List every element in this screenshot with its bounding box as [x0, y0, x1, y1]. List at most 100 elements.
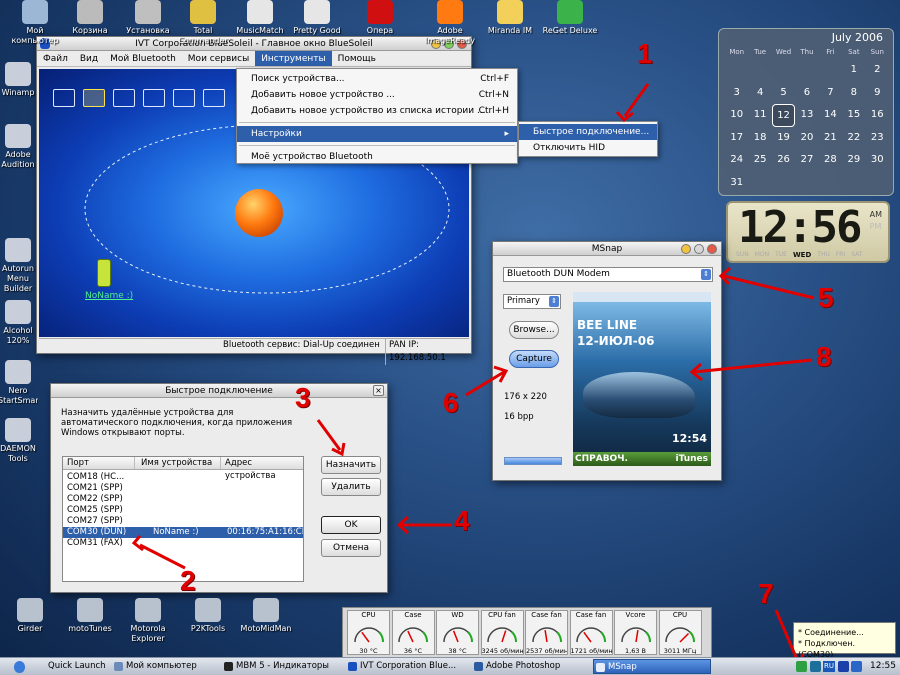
calendar-day[interactable]: 21 — [819, 127, 842, 150]
calendar-day[interactable]: 11 — [748, 104, 771, 127]
device-select[interactable]: Bluetooth DUN Modem ⇕ — [503, 267, 713, 282]
table-row[interactable]: COM30 (DUN) NoName :) 00:16:75:A1:16:CF — [63, 527, 303, 538]
calendar-day[interactable]: 9 — [866, 82, 889, 105]
display-select[interactable]: Primary ⇕ — [503, 294, 561, 309]
calendar-day[interactable]: 29 — [842, 149, 865, 172]
calendar-day[interactable]: 28 — [819, 149, 842, 172]
capture-button[interactable]: Capture — [509, 350, 559, 368]
calendar-day[interactable]: 16 — [866, 104, 889, 127]
calendar-day[interactable]: 6 — [795, 82, 818, 105]
chevron-down-icon[interactable]: ⇕ — [549, 296, 559, 307]
calendar-day[interactable]: 4 — [748, 82, 771, 105]
language-indicator[interactable]: RU — [823, 661, 835, 672]
submenu-quick-connect[interactable]: Быстрое подключение... — [519, 124, 657, 140]
task-mbm[interactable]: MBM 5 - Индикаторы — [222, 659, 340, 674]
calendar-day[interactable]: 22 — [842, 127, 865, 150]
bluesoleil-titlebar[interactable]: IVT Corporation BlueSoleil - Главное окн… — [37, 37, 471, 51]
calendar-day[interactable]: 19 — [772, 127, 795, 150]
calendar-day[interactable]: 8 — [842, 82, 865, 105]
calendar-day[interactable]: 18 — [748, 127, 771, 150]
calendar-day[interactable]: 13 — [795, 104, 818, 127]
menu-1[interactable]: Вид — [74, 51, 104, 66]
calendar-day[interactable]: 14 — [819, 104, 842, 127]
menu-4[interactable]: Инструменты — [255, 51, 332, 66]
calendar-day[interactable]: 10 — [725, 104, 748, 127]
quick-connect-titlebar[interactable]: Быстрое подключение × — [51, 384, 387, 398]
desktop-icon-3[interactable]: Total Commander — [173, 0, 233, 46]
calendar-day[interactable]: 25 — [748, 149, 771, 172]
menu-5[interactable]: Помощь — [332, 51, 382, 66]
media-tray-icon[interactable] — [838, 661, 849, 672]
desktop-icon-0[interactable]: Мой компьютер — [5, 0, 65, 46]
close-icon[interactable] — [707, 244, 717, 254]
calendar-day[interactable]: 5 — [772, 82, 795, 105]
phone-device-icon[interactable] — [97, 259, 111, 287]
minimize-icon[interactable] — [681, 244, 691, 254]
calendar-day[interactable]: 2 — [866, 59, 889, 82]
msnap-titlebar[interactable]: MSnap — [493, 242, 721, 256]
ok-button[interactable]: OK — [321, 516, 381, 534]
maximize-icon[interactable] — [694, 244, 704, 254]
task-bluesoleil[interactable]: IVT Corporation Blue... — [346, 659, 464, 674]
menu-item-tool-2[interactable]: Добавить новое устройство из списка исто… — [237, 103, 517, 119]
task-photoshop[interactable]: Adobe Photoshop — [472, 659, 590, 674]
desktop-icon-bottom-4[interactable]: MotoMidMan — [236, 598, 296, 634]
submenu-disable-hid[interactable]: Отключить HID — [519, 140, 657, 156]
task-my-computer[interactable]: Мой компьютер — [112, 659, 216, 674]
desktop-icon-2[interactable]: Установка — [118, 0, 178, 36]
apple-menu-icon[interactable] — [14, 661, 25, 673]
calendar-day[interactable]: 24 — [725, 149, 748, 172]
calendar-day[interactable]: 26 — [772, 149, 795, 172]
close-icon[interactable]: × — [373, 385, 384, 396]
desktop-icon-1[interactable]: Корзина — [60, 0, 120, 36]
menu-2[interactable]: Мой Bluetooth — [104, 51, 182, 66]
calendar-day[interactable]: 12 — [771, 104, 796, 127]
calendar-day[interactable]: 3 — [725, 82, 748, 105]
calendar-day[interactable]: 7 — [819, 82, 842, 105]
column-port[interactable]: Порт — [63, 457, 135, 469]
local-device-sun[interactable] — [235, 189, 283, 237]
column-device-name[interactable]: Имя устройства — [135, 457, 221, 469]
calendar-day[interactable]: 15 — [842, 104, 865, 127]
table-row[interactable]: COM25 (SPP) — [63, 505, 303, 516]
assign-button[interactable]: Назначить — [321, 456, 381, 474]
browse-button[interactable]: Browse... — [509, 321, 559, 339]
menu-0[interactable]: Файл — [37, 51, 74, 66]
desktop-icon-bottom-1[interactable]: motoTunes — [60, 598, 120, 634]
menu-item-tool-1[interactable]: Добавить новое устройство ... Ctrl+N — [237, 87, 517, 103]
table-row[interactable]: COM18 (HC... — [63, 472, 303, 483]
desktop-icon-bottom-0[interactable]: Girder — [0, 598, 60, 634]
cancel-button[interactable]: Отмена — [321, 539, 381, 557]
desktop-icon-bottom-2[interactable]: Motorola Explorer — [118, 598, 178, 644]
chevron-down-icon[interactable]: ⇕ — [701, 269, 711, 280]
desktop-icon-6[interactable]: Опера — [350, 0, 410, 36]
desktop-icon-left-2[interactable]: Autorun Menu Builder — [0, 238, 38, 294]
task-msnap[interactable]: MSnap — [593, 659, 711, 674]
table-row[interactable]: COM27 (SPP) — [63, 516, 303, 527]
calendar-day[interactable]: 30 — [866, 149, 889, 172]
desktop-icon-5[interactable]: Pretty Good — [287, 0, 347, 36]
bluetooth-tray-icon[interactable] — [796, 661, 807, 672]
desktop-icon-left-5[interactable]: DAEMON Tools — [0, 418, 38, 464]
device-name-label[interactable]: NoName :) — [85, 291, 133, 301]
desktop-icon-9[interactable]: ReGet Deluxe — [540, 0, 600, 36]
delete-button[interactable]: Удалить — [321, 478, 381, 496]
calendar-day[interactable]: 20 — [795, 127, 818, 150]
table-row[interactable]: COM22 (SPP) — [63, 494, 303, 505]
desktop-icon-left-3[interactable]: Alcohol 120% — [0, 300, 38, 346]
calendar-day[interactable]: 31 — [725, 172, 748, 195]
calendar-day[interactable]: 17 — [725, 127, 748, 150]
menu-item-tool-0[interactable]: Поиск устройства... Ctrl+F — [237, 71, 517, 87]
calendar-day[interactable]: 27 — [795, 149, 818, 172]
table-row[interactable]: COM31 (FAX) — [63, 538, 303, 549]
desktop-icon-8[interactable]: Miranda IM — [480, 0, 540, 36]
menu-3[interactable]: Мои сервисы — [182, 51, 255, 66]
desktop-icon-left-0[interactable]: Winamp — [0, 62, 38, 98]
table-row[interactable]: COM21 (SPP) — [63, 483, 303, 494]
desktop-icon-7[interactable]: Adobe ImageReady — [420, 0, 480, 46]
quick-launch[interactable]: Quick Launch — [34, 659, 112, 674]
menu-item-my-device[interactable]: Моё устройство Bluetooth — [237, 149, 517, 165]
volume-icon[interactable] — [851, 661, 862, 672]
menu-item-settings[interactable]: Настройки ▸ — [237, 126, 517, 142]
desktop-icon-bottom-3[interactable]: P2KTools — [178, 598, 238, 634]
